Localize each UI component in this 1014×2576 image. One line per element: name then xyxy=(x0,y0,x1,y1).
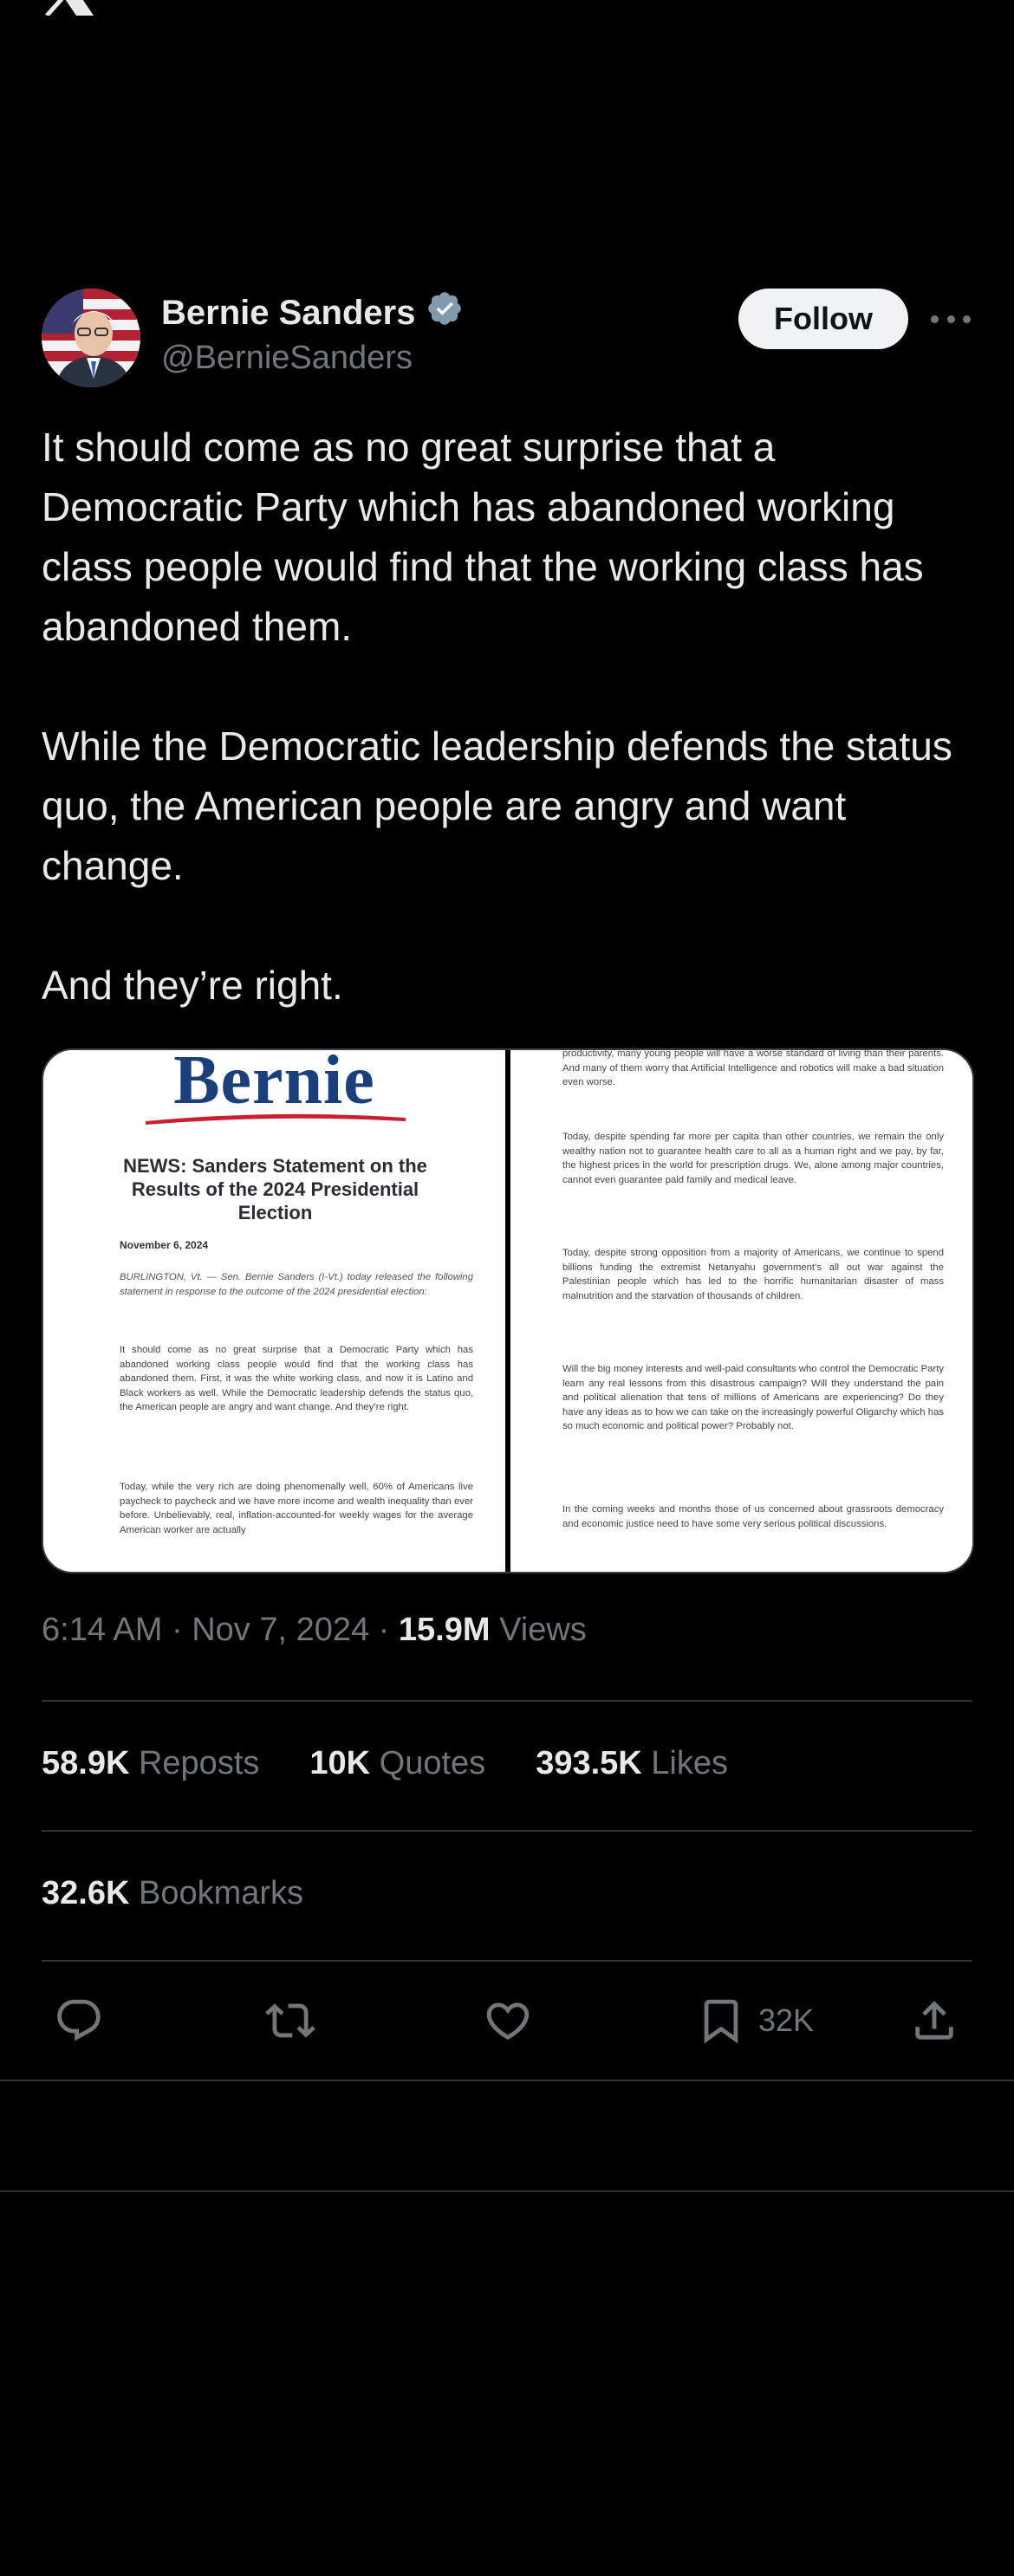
bookmark-icon xyxy=(704,1999,738,2044)
more-icon[interactable] xyxy=(931,302,971,336)
likes-label: Likes xyxy=(651,1745,729,1781)
reply-icon xyxy=(57,1999,101,2041)
likes-stat[interactable]: 393.5K Likes xyxy=(536,1745,728,1782)
x-logo-icon[interactable] xyxy=(42,0,95,17)
bookmarks-label: Bookmarks xyxy=(138,1875,304,1911)
meta-separator: · xyxy=(369,1612,399,1648)
quotes-count: 10K xyxy=(309,1745,371,1781)
document-paragraph: Today, despite spending far more per cap… xyxy=(562,1132,944,1185)
views-count: 15.9M xyxy=(398,1612,491,1648)
document-paragraph: It should come as no great surprise that… xyxy=(120,1345,473,1412)
document-intro: BURLINGTON, Vt. — Sen. Bernie Sanders (I… xyxy=(120,1272,473,1297)
document-paragraph: Will the big money interests and well-pa… xyxy=(562,1364,944,1431)
views-label: Views xyxy=(499,1612,587,1648)
bookmarks-stat: 32.6K Bookmarks xyxy=(42,1875,303,1912)
repost-icon xyxy=(265,2003,315,2038)
tweet-time[interactable]: 6:14 AM xyxy=(42,1612,162,1648)
bookmark-count: 32K xyxy=(758,2002,815,2038)
engagement-stats: 58.9K Reposts 10K Quotes 393.5K Likes xyxy=(42,1745,728,1782)
bookmarks-count: 32.6K xyxy=(42,1875,130,1911)
tweet-meta: 6:14 AM · Nov 7, 2024 · 15.9M Views xyxy=(42,1612,587,1649)
repost-button[interactable] xyxy=(265,1993,315,2048)
divider xyxy=(42,1700,972,1702)
quotes-stat[interactable]: 10K Quotes xyxy=(309,1745,485,1782)
bookmark-button[interactable]: 32K xyxy=(696,1993,814,2048)
media-image-right[interactable]: productivity, many young people will hav… xyxy=(510,1050,972,1572)
divider xyxy=(0,2190,1014,2192)
author-name-row[interactable]: Bernie Sanders xyxy=(161,289,464,336)
share-icon xyxy=(915,2001,953,2040)
follow-button[interactable]: Follow xyxy=(738,289,908,349)
bernie-logo: Bernie xyxy=(173,1050,375,1119)
like-button[interactable] xyxy=(483,1993,533,2048)
share-button[interactable] xyxy=(909,1993,959,2048)
tweet-paragraph: While the Democratic leadership defends … xyxy=(42,723,952,888)
document-date: November 6, 2024 xyxy=(120,1239,209,1251)
tweet-paragraph: And they’re right. xyxy=(42,963,343,1008)
author-handle[interactable]: @BernieSanders xyxy=(161,340,413,377)
logo-swoosh-icon xyxy=(146,1113,406,1125)
likes-count: 393.5K xyxy=(536,1745,642,1781)
meta-separator: · xyxy=(162,1612,192,1648)
tweet-media[interactable]: Bernie NEWS: Sanders Statement on the Re… xyxy=(42,1048,974,1574)
reply-button[interactable] xyxy=(54,1993,104,2048)
avatar[interactable] xyxy=(42,289,140,387)
reposts-stat[interactable]: 58.9K Reposts xyxy=(42,1745,259,1782)
document-headline: NEWS: Sanders Statement on the Results o… xyxy=(123,1155,427,1223)
quotes-label: Quotes xyxy=(379,1745,486,1781)
tweet-paragraph: It should come as no great surprise that… xyxy=(42,425,924,649)
reposts-label: Reposts xyxy=(138,1745,260,1781)
divider xyxy=(0,2080,1014,2081)
document-paragraph: In the coming weeks and months those of … xyxy=(562,1504,944,1529)
divider xyxy=(42,1960,972,1962)
tweet-text: It should come as no great surprise that… xyxy=(42,418,986,1015)
document-paragraph: Today, while the very rich are doing phe… xyxy=(120,1482,473,1535)
heart-icon xyxy=(486,2002,530,2041)
media-image-left[interactable]: Bernie NEWS: Sanders Statement on the Re… xyxy=(43,1050,505,1572)
document-paragraph: Today, despite strong opposition from a … xyxy=(562,1248,944,1301)
document-paragraph: productivity, many young people will hav… xyxy=(562,1050,944,1087)
tweet-date[interactable]: Nov 7, 2024 xyxy=(192,1612,369,1648)
reposts-count: 58.9K xyxy=(42,1745,130,1781)
divider xyxy=(42,1830,972,1832)
author-name[interactable]: Bernie Sanders xyxy=(161,294,415,333)
verified-badge-icon xyxy=(426,289,464,336)
